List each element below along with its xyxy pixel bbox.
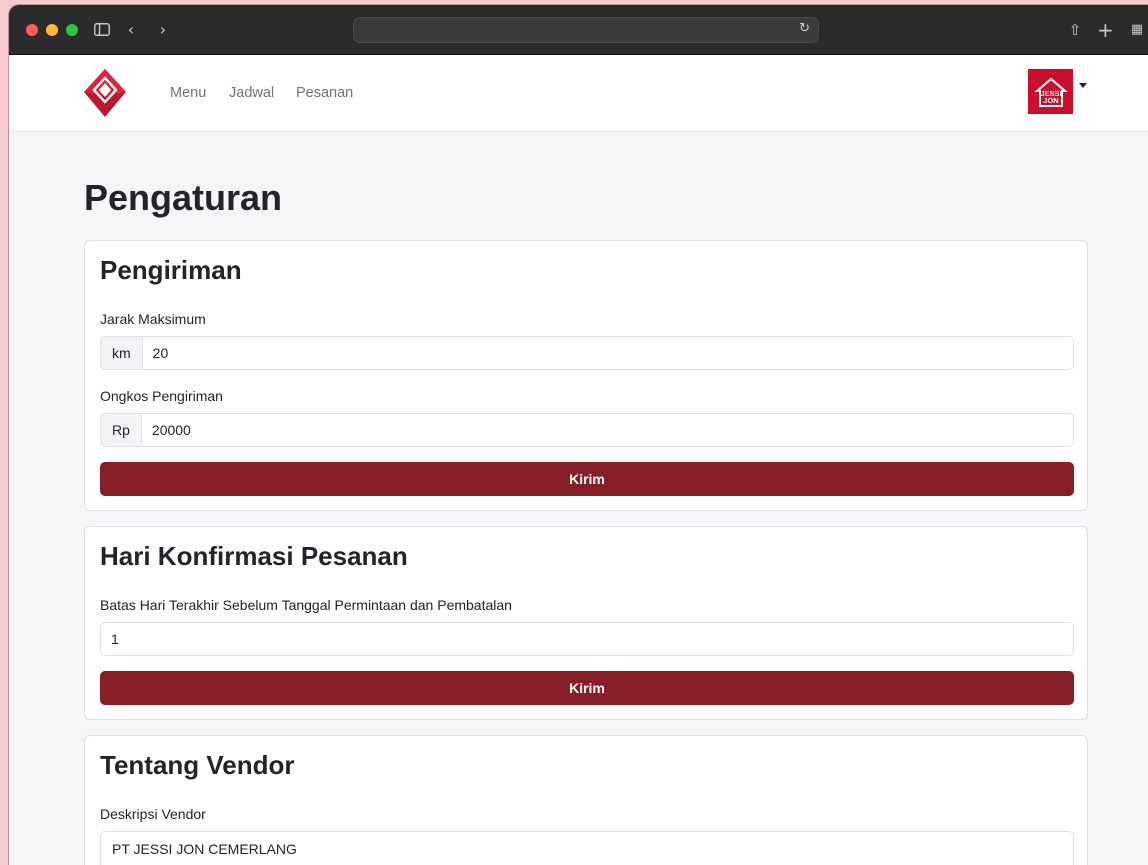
batas-hari-input[interactable]: 1 [101,623,119,655]
ongkos-pengiriman-input-group[interactable]: Rp 20000 [100,413,1074,447]
page-title: Pengaturan [84,177,283,218]
batas-hari-input-group[interactable]: 1 [100,622,1074,656]
km-addon: km [101,337,143,369]
ongkos-pengiriman-label: Ongkos Pengiriman [100,388,223,404]
nav-link-menu[interactable]: Menu [170,85,206,101]
avatar-text-bottom: JON [1043,96,1058,105]
share-icon[interactable]: ⇧ [1067,18,1083,42]
chevron-right-icon[interactable]: › [155,18,171,42]
pengiriman-card: Pengiriman Jarak Maksimum km 20 Ongkos P… [84,240,1088,511]
jarak-maksimum-input[interactable]: 20 [143,337,169,369]
sidebar-icon[interactable] [93,18,111,42]
close-window-button[interactable] [26,24,38,36]
navbar: Menu Jadwal Pesanan JESSI JON [9,55,1148,132]
browser-toolbar: ‹ › ↻ ⇧ + ▦ [9,5,1148,55]
minimize-window-button[interactable] [46,24,58,36]
brand-logo[interactable] [83,68,127,118]
nav-link-pesanan[interactable]: Pesanan [296,85,353,101]
jarak-maksimum-input-group[interactable]: km 20 [100,336,1074,370]
chevron-down-icon[interactable] [1079,83,1087,88]
address-bar[interactable]: ↻ [353,17,819,43]
browser-window: ‹ › ↻ ⇧ + ▦ Menu Jadwal Pesanan JESSI JO… [9,5,1148,865]
rp-addon: Rp [101,414,142,446]
jarak-maksimum-label: Jarak Maksimum [100,311,206,327]
pengiriman-submit-button[interactable]: Kirim [100,462,1074,496]
pengiriman-title: Pengiriman [100,255,242,285]
nav-link-jadwal[interactable]: Jadwal [229,85,274,101]
tab-overview-icon[interactable]: ▦ [1127,18,1147,42]
batas-hari-label: Batas Hari Terakhir Sebelum Tanggal Perm… [100,597,512,613]
maximize-window-button[interactable] [66,24,78,36]
vendor-card: Tentang Vendor Deskripsi Vendor PT JESSI… [84,735,1088,865]
konfirmasi-title: Hari Konfirmasi Pesanan [100,541,408,571]
deskripsi-vendor-textarea[interactable]: PT JESSI JON CEMERLANG [100,831,1074,865]
chevron-left-icon[interactable]: ‹ [123,18,139,42]
reload-icon[interactable]: ↻ [799,21,810,36]
konfirmasi-card: Hari Konfirmasi Pesanan Batas Hari Terak… [84,526,1088,720]
deskripsi-vendor-label: Deskripsi Vendor [100,806,206,822]
plus-icon[interactable]: + [1097,18,1114,42]
konfirmasi-submit-button[interactable]: Kirim [100,671,1074,705]
avatar[interactable]: JESSI JON [1028,69,1073,114]
ongkos-pengiriman-input[interactable]: 20000 [142,414,191,446]
vendor-title: Tentang Vendor [100,750,295,780]
